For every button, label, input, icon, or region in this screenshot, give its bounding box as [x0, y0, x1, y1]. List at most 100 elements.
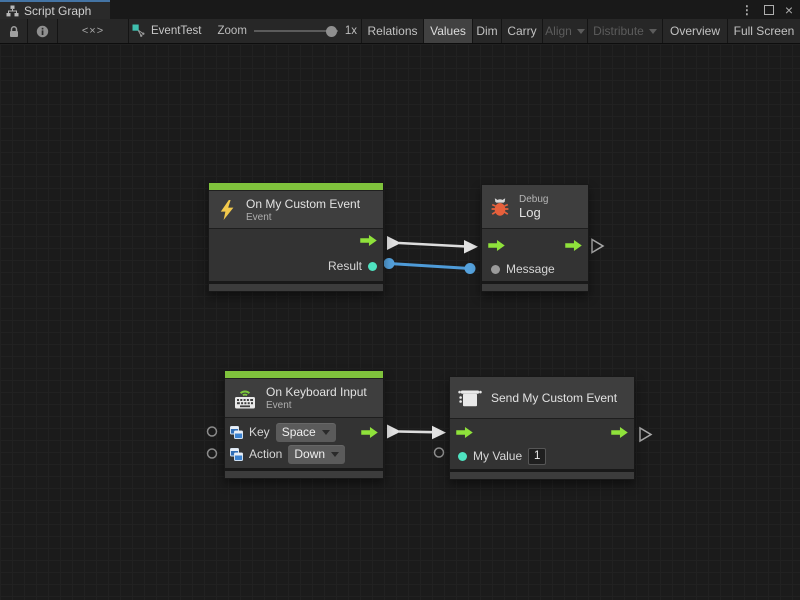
port-row-key: Key Space	[230, 421, 336, 443]
node-send-my-custom-event[interactable]: Send My Custom Event My Value 1	[449, 376, 635, 480]
toolbar-button-carry[interactable]: Carry	[502, 19, 542, 43]
node-footer	[225, 468, 383, 478]
toolbar-button-align[interactable]: Align	[543, 19, 587, 43]
keyboard-icon	[232, 386, 258, 410]
toolbar-button-distribute[interactable]: Distribute	[588, 19, 662, 43]
carry-label: Carry	[507, 24, 536, 38]
node-footer	[482, 281, 588, 291]
exec-continuation-triangle[interactable]	[640, 428, 651, 441]
node-on-my-custom-event[interactable]: On My Custom Event Event Result	[208, 182, 384, 292]
port-label: My Value	[473, 449, 522, 463]
node-title: Send My Custom Event	[491, 391, 617, 405]
exec-wire-keyboard-to-send[interactable]	[387, 425, 446, 440]
toolbar-button-overview[interactable]: Overview	[663, 19, 727, 43]
chevron-down-icon	[649, 29, 657, 34]
port-label: Action	[249, 447, 282, 461]
port-row-action: Action Down	[230, 443, 345, 465]
fullscreen-label: Full Screen	[734, 24, 795, 38]
exec-wire-customevent-to-log[interactable]	[387, 236, 478, 254]
port-label: Result	[328, 259, 362, 273]
node-debug-log[interactable]: Debug Log Message	[481, 184, 589, 292]
toolbar-button-relations[interactable]: Relations	[362, 19, 423, 43]
exec-output-port[interactable]	[360, 235, 377, 246]
node-kicker: Debug	[519, 194, 548, 205]
value-wire-result-to-message[interactable]	[384, 258, 476, 274]
lock-icon	[8, 25, 20, 38]
node-subtitle: Event	[246, 212, 360, 223]
zoom-slider[interactable]	[254, 19, 338, 43]
unconnected-port-circle-action[interactable]	[208, 449, 217, 458]
tab-label: Script Graph	[24, 4, 91, 18]
my-value-text: 1	[534, 450, 540, 462]
enum-icon	[230, 426, 243, 439]
value-input-port-message[interactable]: Message	[491, 262, 555, 276]
my-value-input[interactable]: 1	[528, 448, 546, 465]
tab-script-graph[interactable]: Script Graph	[0, 0, 110, 19]
unconnected-port-circle-key[interactable]	[208, 427, 217, 436]
edit-source-button[interactable]: <×>	[58, 19, 128, 43]
value-port-dot	[458, 452, 467, 461]
key-dropdown[interactable]: Space	[276, 423, 336, 442]
node-title: On My Custom Event	[246, 197, 360, 211]
lock-button[interactable]	[0, 19, 27, 43]
value-port-dot	[368, 262, 377, 271]
graph-toolbar: <×> EventTest Zoom 1x Relations Values D…	[0, 19, 800, 44]
bug-icon	[489, 196, 511, 218]
zoom-value: 1x	[345, 25, 357, 37]
distribute-label: Distribute	[593, 24, 644, 38]
values-label: Values	[430, 24, 466, 38]
graph-reference-section: EventTest Zoom 1x	[129, 19, 361, 43]
tab-bar: Script Graph ⋮ ×	[0, 0, 800, 19]
zoom-label: Zoom	[218, 25, 247, 37]
event-accent-bar	[209, 183, 383, 191]
node-subtitle: Event	[266, 400, 367, 411]
window-menu-icon[interactable]: ⋮	[741, 3, 753, 17]
code-icon: <×>	[82, 25, 104, 37]
toolbar-button-dim[interactable]: Dim	[473, 19, 501, 43]
port-label: Key	[249, 425, 270, 439]
script-graph-window: Script Graph ⋮ × <×>	[0, 0, 800, 600]
action-dropdown-value: Down	[294, 447, 325, 461]
close-icon[interactable]: ×	[785, 3, 793, 17]
graph-hierarchy-icon	[6, 5, 19, 17]
script-graph-asset-icon	[132, 24, 146, 38]
chevron-down-icon	[577, 29, 585, 34]
node-on-keyboard-input[interactable]: On Keyboard Input Event Key Space Action	[224, 370, 384, 479]
graph-name[interactable]: EventTest	[151, 25, 202, 37]
exec-input-port[interactable]	[456, 427, 473, 438]
node-title: Log	[519, 205, 548, 220]
wires-layer	[0, 44, 800, 600]
info-icon	[36, 25, 49, 38]
exec-output-port[interactable]	[611, 427, 628, 438]
enum-icon	[230, 448, 243, 461]
overview-label: Overview	[670, 24, 720, 38]
exec-input-port[interactable]	[488, 240, 505, 251]
event-accent-bar	[225, 371, 383, 379]
lightning-bolt-icon	[216, 199, 238, 221]
maximize-icon[interactable]	[764, 5, 774, 15]
graph-canvas[interactable]: On My Custom Event Event Result	[0, 44, 800, 600]
dim-label: Dim	[476, 24, 497, 38]
toolbar-button-fullscreen[interactable]: Full Screen	[728, 19, 800, 43]
zoom-slider-handle[interactable]	[326, 26, 337, 37]
node-footer	[209, 281, 383, 291]
exec-output-port[interactable]	[565, 240, 582, 251]
toolbar-button-values[interactable]: Values	[424, 19, 472, 43]
key-dropdown-value: Space	[282, 425, 316, 439]
port-label: Message	[506, 262, 555, 276]
dropdown-caret-icon	[331, 452, 339, 457]
inspect-button[interactable]	[28, 19, 57, 43]
custom-event-icon	[457, 385, 483, 411]
align-label: Align	[545, 24, 572, 38]
port-row-my-value: My Value 1	[458, 445, 546, 467]
exec-continuation-triangle[interactable]	[592, 240, 603, 253]
value-output-port-result[interactable]: Result	[328, 259, 377, 273]
dropdown-caret-icon	[322, 430, 330, 435]
node-title: On Keyboard Input	[266, 385, 367, 399]
action-dropdown[interactable]: Down	[288, 445, 345, 464]
exec-output-port[interactable]	[361, 427, 378, 438]
relations-label: Relations	[367, 24, 417, 38]
window-controls: ⋮ ×	[741, 0, 793, 19]
value-port-dot	[491, 265, 500, 274]
unconnected-port-circle-myvalue[interactable]	[435, 448, 444, 457]
